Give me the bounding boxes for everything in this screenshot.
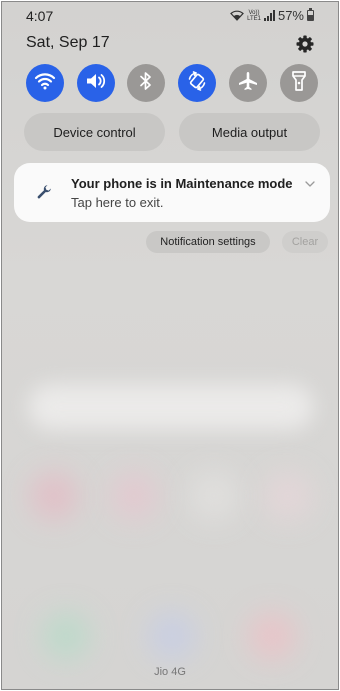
device-control-button[interactable]: Device control [24, 113, 165, 151]
carrier-label: Jio 4G [154, 666, 186, 678]
battery-level [308, 14, 313, 20]
flashlight-toggle[interactable] [280, 64, 318, 102]
settings-gear-icon[interactable] [295, 34, 315, 54]
media-output-button[interactable]: Media output [179, 113, 320, 151]
auto-rotate-toggle[interactable] [178, 64, 216, 102]
status-time: 4:07 [26, 8, 54, 24]
blurred-app-icon [30, 472, 78, 520]
blurred-app-icon [148, 612, 196, 660]
volte-indicator: Vo)) LTE1 [247, 10, 261, 22]
wifi-icon [34, 72, 56, 95]
status-bar: 4:07 Vo)) LTE1 57% [2, 2, 338, 32]
blurred-app-icon [42, 612, 90, 660]
battery-icon [307, 8, 314, 21]
flashlight-icon [290, 70, 308, 97]
wifi-toggle[interactable] [26, 64, 64, 102]
battery-percent: 57% [277, 8, 304, 23]
blurred-home-screen [2, 2, 338, 689]
notification-subtitle: Tap here to exit. [71, 195, 164, 210]
clear-button[interactable]: Clear [282, 231, 328, 253]
chevron-down-icon[interactable] [304, 177, 316, 189]
notification-title: Your phone is in Maintenance mode [71, 176, 293, 191]
airplane-icon [237, 70, 259, 97]
wrench-icon [36, 184, 52, 200]
maintenance-mode-notification[interactable]: Your phone is in Maintenance mode Tap he… [14, 163, 330, 222]
wifi-signal-icon [230, 10, 244, 21]
notification-settings-button[interactable]: Notification settings [146, 231, 270, 253]
status-icons: Vo)) LTE1 57% [230, 8, 314, 23]
blurred-app-icon [264, 472, 312, 520]
blurred-search-bar [28, 384, 314, 430]
sound-toggle[interactable] [77, 64, 115, 102]
quick-settings-toggles [26, 64, 318, 102]
blurred-app-icon [110, 472, 158, 520]
blurred-app-icon [248, 612, 296, 660]
bluetooth-icon [139, 71, 153, 96]
blurred-app-icon [190, 472, 238, 520]
cell-signal-icon [263, 10, 275, 21]
bluetooth-toggle[interactable] [127, 64, 165, 102]
notification-panel: 4:07 Vo)) LTE1 57% Sat, Sep 17 Device co… [1, 1, 339, 690]
airplane-mode-toggle[interactable] [229, 64, 267, 102]
rotate-icon [186, 70, 208, 97]
date-label: Sat, Sep 17 [26, 34, 110, 51]
speaker-icon [85, 72, 107, 95]
lte-label: LTE1 [247, 15, 261, 22]
